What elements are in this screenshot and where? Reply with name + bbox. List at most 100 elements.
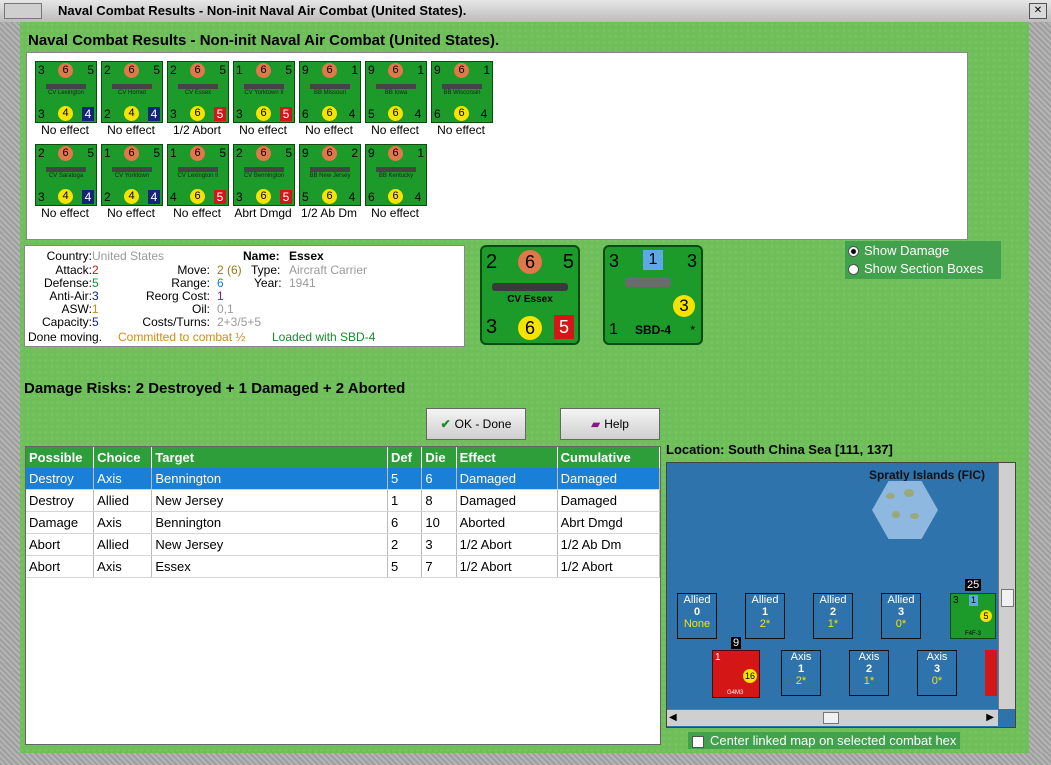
close-icon[interactable]: ✕ [1029, 3, 1047, 19]
window-menu-icon[interactable] [4, 3, 42, 19]
counter-range-circle: 4 [124, 106, 139, 121]
unit-counter[interactable]: 1 6 5 CV Yorktown 2 4 4 [101, 144, 163, 206]
box-number: 2 [865, 663, 873, 675]
ship-silhouette-icon [46, 167, 86, 172]
horizontal-scroll-thumb[interactable] [823, 712, 839, 724]
radio-empty-icon [848, 264, 859, 276]
ship-name: CV Essex [507, 294, 553, 305]
table-row[interactable]: Destroy Axis Bennington 5 6 Damaged Damaged [26, 468, 660, 490]
help-button[interactable]: ▰ Help [560, 408, 660, 440]
left-frame [0, 22, 20, 765]
mini-map[interactable]: Spratly Islands (FIC) Allied 0 None Allied 1… [666, 462, 1016, 728]
table-cell: 1/2 Abort [456, 533, 558, 556]
show-damage-radio[interactable]: Show Damage [848, 243, 949, 258]
table-cell: 6 [387, 511, 423, 534]
unit-counter[interactable]: 9 6 1 BB Wisconsin 6 6 4 [431, 61, 493, 123]
ship-silhouette-icon [310, 84, 350, 89]
allied-plane-badge: 1 [969, 595, 978, 606]
unit-counter[interactable]: 1 6 5 CV Lexington II 4 6 5 [167, 144, 229, 206]
unit-counter[interactable]: 3 6 5 CV Lexington 3 4 4 [35, 61, 97, 123]
oil-label: Oil: [192, 302, 210, 316]
axis-counter-partial[interactable] [985, 650, 997, 696]
table-cell: Axis [93, 555, 153, 578]
unit-counter[interactable]: 1 6 5 CV Yorktown II 3 6 5 [233, 61, 295, 123]
table-row[interactable]: Abort Allied New Jersey 2 3 1/2 Abort 1/2 Ab D… [26, 533, 660, 556]
counter-name: CV Yorktown II [244, 90, 284, 96]
unit-counter[interactable]: 9 6 2 BB New Jersey 5 6 4 [299, 144, 361, 206]
selected-ship-counter[interactable]: 2 6 5 CV Essex 3 6 5 [480, 245, 580, 345]
status-loaded: Loaded with SBD-4 [272, 330, 376, 344]
oil-value: 0,1 [217, 302, 234, 316]
unit-counter[interactable]: 9 6 1 BB Missouri 6 6 4 [299, 61, 361, 123]
allied-section-box[interactable]: Allied 1 2* [745, 593, 785, 639]
counter-top-left: 1 [170, 146, 177, 160]
table-cell: Allied [93, 489, 153, 512]
table-cell: Bennington [151, 468, 389, 490]
ship-silhouette-icon [310, 167, 350, 172]
counter-range-circle: 6 [454, 106, 469, 121]
attack-value: 2 [92, 263, 99, 277]
counter-bottom-right: 4 [348, 107, 356, 121]
column-header[interactable]: Cumulative [557, 447, 660, 468]
ship-antiair: 5 [562, 251, 574, 273]
counter-bottom-left: 3 [170, 107, 177, 121]
counter-bottom-left: 6 [434, 107, 441, 121]
counter-name: BB Iowa [384, 90, 408, 96]
counter-bottom-left: 3 [236, 190, 243, 204]
column-header[interactable]: Def [387, 447, 423, 468]
box-value: 1* [863, 675, 875, 687]
island-shape-icon [892, 511, 900, 518]
unit-counter[interactable]: 2 6 5 CV Hornet 2 4 4 [101, 61, 163, 123]
plane-attack: 3 [609, 251, 620, 271]
unit-counter[interactable]: 2 6 5 CV Essex 3 6 5 [167, 61, 229, 123]
counter-name: BB New Jersey [309, 173, 351, 179]
show-sections-label: Show Section Boxes [864, 261, 984, 276]
vertical-scroll-thumb[interactable] [1001, 589, 1014, 607]
allied-plane-counter[interactable]: 3 1 5 F4F-3 [950, 593, 996, 639]
costs-value: 2+3/5+5 [217, 315, 262, 329]
table-row[interactable]: Destroy Allied New Jersey 1 8 Damaged Damaged [26, 489, 660, 512]
box-value: 0* [931, 675, 943, 687]
center-linked-label: Center linked map on selected combat hex [710, 733, 957, 748]
selected-plane-counter[interactable]: 3 1 3 3 1 SBD-4 * [603, 245, 703, 345]
unit-counter[interactable]: 9 6 1 BB Kentucky 6 6 4 [365, 144, 427, 206]
show-sections-radio[interactable]: Show Section Boxes [848, 261, 983, 276]
axis-section-box[interactable]: Axis 2 1* [849, 650, 889, 696]
table-row[interactable]: Abort Axis Essex 5 7 1/2 Abort 1/2 Abort [26, 555, 660, 578]
table-cell: 5 [387, 468, 423, 490]
scroll-right-icon[interactable]: ▶ [986, 712, 994, 723]
axis-section-box[interactable]: Axis 3 0* [917, 650, 957, 696]
checkmark-icon: ✔ [440, 417, 451, 431]
location-value: South China Sea [111, 137] [728, 442, 893, 457]
page-title: Naval Combat Results - Non-init Naval Ai… [28, 32, 500, 49]
unit-effect: No effect [437, 123, 485, 137]
unit-counter[interactable]: 2 6 5 CV Bennington 3 6 5 [233, 144, 295, 206]
vertical-scrollbar[interactable] [998, 463, 1015, 709]
counter-top-left: 1 [236, 63, 243, 77]
column-header[interactable]: Possible [26, 447, 95, 468]
scroll-left-icon[interactable]: ◀ [669, 712, 677, 723]
unit-effect: No effect [371, 206, 419, 220]
axis-plane-counter[interactable]: 1 16 G4M3 [712, 650, 760, 698]
axis-section-box[interactable]: Axis 1 2* [781, 650, 821, 696]
column-header[interactable]: Choice [93, 447, 153, 468]
box-value: 0* [895, 618, 907, 630]
status-done: Done moving. [28, 330, 103, 344]
counter-bottom-right: 4 [148, 190, 160, 204]
unit-counter[interactable]: 2 6 5 CV Saratoga 3 4 4 [35, 144, 97, 206]
ship-silhouette-icon [46, 84, 86, 89]
allied-section-box[interactable]: Allied 3 0* [881, 593, 921, 639]
ok-done-button[interactable]: ✔ OK - Done [426, 408, 526, 440]
allied-section-box[interactable]: Allied 2 1* [813, 593, 853, 639]
ship-attack: 2 [486, 251, 498, 273]
column-header[interactable]: Effect [456, 447, 558, 468]
table-row[interactable]: Damage Axis Bennington 6 10 Aborted Abrt Dmgd [26, 511, 660, 534]
allied-stack-count: 25 [965, 579, 982, 591]
column-header[interactable]: Die [421, 447, 457, 468]
unit-counter[interactable]: 9 6 1 BB Iowa 5 6 4 [365, 61, 427, 123]
counter-top-right: 1 [483, 63, 490, 77]
center-linked-checkbox[interactable]: Center linked map on selected combat hex [688, 732, 961, 749]
column-header[interactable]: Target [151, 447, 389, 468]
horizontal-scrollbar[interactable]: ◀ ▶ [667, 709, 998, 726]
allied-section-box[interactable]: Allied 0 None [677, 593, 717, 639]
